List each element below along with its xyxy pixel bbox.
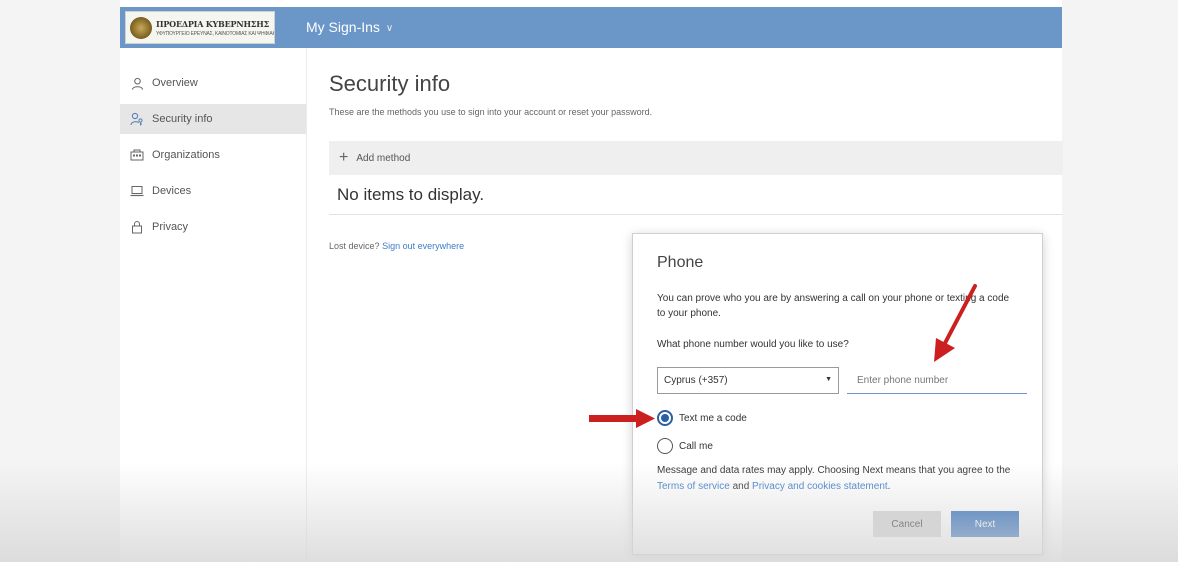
rates-disclaimer: Message and data rates may apply. Choosi…: [657, 463, 1027, 495]
dialog-description: You can prove who you are by answering a…: [657, 293, 1010, 319]
top-header: ΠΡΟΕΔΡΙΑ ΚΥΒΕΡΝΗΣΗΣ ΥΦΥΠΟΥΡΓΕΙΟ ΕΡΕΥΝΑΣ,…: [120, 7, 1062, 48]
logo-title: ΠΡΟΕΔΡΙΑ ΚΥΒΕΡΝΗΣΗΣ: [156, 18, 270, 29]
radio-label: Call me: [679, 440, 713, 452]
privacy-statement-link[interactable]: Privacy and cookies statement: [752, 481, 888, 492]
phone-dialog: Phone You can prove who you are by answe…: [632, 233, 1043, 555]
person-key-icon: [130, 112, 144, 126]
page-title: Security info: [329, 71, 451, 96]
sidebar-item-label: Organizations: [152, 149, 220, 161]
left-background-band: [0, 0, 120, 562]
radio-label: Text me a code: [679, 412, 747, 424]
sidebar-item-devices[interactable]: Devices: [120, 176, 306, 206]
person-icon: [130, 76, 144, 90]
sidebar-item-label: Privacy: [152, 221, 189, 233]
disclaimer-text: Message and data rates may apply. Choosi…: [657, 465, 1011, 476]
right-background-band: [1062, 0, 1178, 562]
sidebar-item-privacy[interactable]: Privacy: [120, 212, 306, 242]
disclaimer-and: and: [732, 481, 750, 492]
lost-device-label: Lost device?: [329, 241, 380, 251]
page-subtitle: These are the methods you use to sign in…: [329, 107, 653, 117]
lock-icon: [130, 220, 144, 234]
phone-question-label: What phone number would you like to use?: [657, 339, 849, 350]
call-me-option[interactable]: Call me: [657, 438, 713, 454]
app-title: My Sign-Ins: [306, 19, 380, 35]
organization-logo[interactable]: ΠΡΟΕΔΡΙΑ ΚΥΒΕΡΝΗΣΗΣ ΥΦΥΠΟΥΡΓΕΙΟ ΕΡΕΥΝΑΣ,…: [125, 11, 275, 44]
sidebar-item-label: Overview: [152, 77, 198, 89]
chevron-down-icon: ∨: [385, 22, 394, 34]
government-seal-icon: [130, 16, 152, 39]
laptop-icon: [130, 184, 144, 198]
dropdown-caret-icon: ▼: [825, 376, 832, 383]
sidebar: Overview Security info Organizations Dev…: [120, 48, 306, 562]
next-button[interactable]: Next: [951, 511, 1019, 537]
plus-icon: +: [339, 149, 349, 166]
dialog-title: Phone: [657, 254, 704, 271]
sidebar-item-organizations[interactable]: Organizations: [120, 140, 306, 170]
text-me-a-code-option[interactable]: Text me a code: [657, 410, 747, 426]
disclaimer-period: .: [887, 481, 891, 492]
radio-button-unchecked[interactable]: [657, 438, 673, 454]
add-method-button[interactable]: + Add method: [329, 141, 1063, 175]
sidebar-item-label: Devices: [152, 185, 192, 197]
country-code-select[interactable]: Cyprus (+357) ▼: [657, 367, 839, 394]
terms-of-service-link[interactable]: Terms of service: [657, 481, 730, 492]
logo-subtitle: ΥΦΥΠΟΥΡΓΕΙΟ ΕΡΕΥΝΑΣ, ΚΑΙΝΟΤΟΜΙΑΣ ΚΑΙ ΨΗΦ…: [156, 30, 274, 37]
radio-button-checked[interactable]: [657, 410, 673, 426]
sign-out-everywhere-link[interactable]: Sign out everywhere: [382, 241, 464, 251]
empty-methods-message: No items to display.: [329, 175, 1063, 215]
cancel-button[interactable]: Cancel: [873, 511, 941, 537]
app-title-menu[interactable]: My Sign-Ins ∨: [306, 19, 393, 35]
add-method-label: Add method: [356, 152, 411, 164]
building-icon: [130, 148, 144, 162]
sidebar-item-label: Security info: [152, 113, 213, 125]
country-code-value: Cyprus (+357): [664, 375, 728, 386]
sidebar-item-overview[interactable]: Overview: [120, 68, 306, 98]
lost-device-row: Lost device? Sign out everywhere: [329, 241, 464, 251]
phone-number-input[interactable]: [847, 367, 1027, 394]
sidebar-item-security-info[interactable]: Security info: [120, 104, 306, 134]
